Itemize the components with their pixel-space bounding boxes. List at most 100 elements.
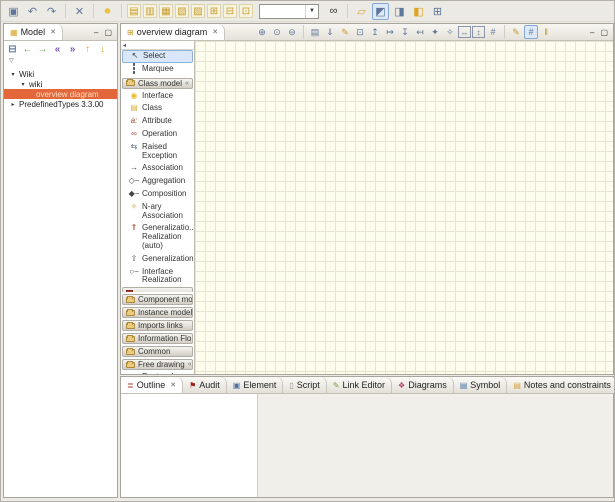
nudge-alt-icon[interactable]: ✧ xyxy=(443,25,457,39)
palette-item-operation[interactable]: ∞ Operation xyxy=(121,128,194,141)
fit-to-content-icon[interactable]: ⊡ xyxy=(353,25,367,39)
palette-item-attribute[interactable]: a: Attribute xyxy=(121,115,194,128)
tab-diagrams[interactable]: ❖ Diagrams xyxy=(392,377,454,393)
align-right-icon[interactable]: ↦ xyxy=(383,25,397,39)
quick-search-combo[interactable]: ▼ xyxy=(259,4,319,19)
create-state-diagram-icon[interactable]: ▧ xyxy=(175,4,189,18)
create-deployment-diagram-icon[interactable]: ⊞ xyxy=(207,4,221,18)
tab-element[interactable]: ▣ Element xyxy=(227,377,284,393)
maximize-icon[interactable]: ▢ xyxy=(600,28,608,37)
same-height-icon[interactable]: ↕ xyxy=(472,26,485,38)
maximize-icon[interactable]: ▢ xyxy=(104,28,112,37)
palette-item-generalization[interactable]: ⇧ Generalization xyxy=(121,253,194,266)
chevron-down-icon[interactable]: ▼ xyxy=(305,5,318,18)
palette-section-component-model[interactable]: Component mo... xyxy=(122,294,193,305)
tab-outline[interactable]: ≣ Outline ✕ xyxy=(121,377,183,393)
palette-section-class-model[interactable]: Class model « xyxy=(122,78,193,89)
open-perspective-icon[interactable]: ▱ xyxy=(353,3,370,20)
tree-item-overview-diagram[interactable]: overview diagram xyxy=(4,89,117,99)
palette-item-rectangle[interactable]: ▭ Rectangle xyxy=(121,371,194,374)
zoom-out-icon[interactable]: ⊖ xyxy=(285,25,299,39)
close-icon[interactable]: ✕ xyxy=(170,381,176,389)
tab-script[interactable]: ▯ Script xyxy=(283,377,326,393)
close-icon[interactable]: ✕ xyxy=(212,28,218,36)
guides-icon[interactable]: ‖ xyxy=(539,25,553,39)
palette-item-nary-association[interactable]: ✧ N-ary Association xyxy=(121,201,194,223)
palette-collapse-icon[interactable]: ◂ xyxy=(121,41,194,50)
expander-icon[interactable]: ▾ xyxy=(20,81,26,88)
palette-tool-select[interactable]: ↖ Select xyxy=(122,50,193,63)
print-icon[interactable]: ▤ xyxy=(308,25,322,39)
show-grid-icon[interactable]: # xyxy=(486,25,500,39)
search-icon[interactable]: ∞ xyxy=(325,3,342,20)
palette-item-generalization-auto[interactable]: ⇑ Generalizatio... Realization (auto) xyxy=(121,222,194,252)
create-object-diagram-icon[interactable]: ⊡ xyxy=(239,4,253,18)
navigate-forward-icon[interactable]: → xyxy=(36,43,49,56)
palette-section-imports-links[interactable]: Imports links xyxy=(122,320,193,331)
expander-icon[interactable]: ▸ xyxy=(10,101,16,108)
nudge-icon[interactable]: ✦ xyxy=(428,25,442,39)
navigate-back-icon[interactable]: ← xyxy=(21,43,34,56)
align-bottom-icon[interactable]: ↧ xyxy=(398,25,412,39)
next-element-icon[interactable]: » xyxy=(66,43,79,56)
palette-item-interface-realization[interactable]: ○− Interface Realization xyxy=(121,266,194,288)
same-width-icon[interactable]: ↔ xyxy=(458,26,471,38)
perspective-modeling-icon[interactable]: ◩ xyxy=(372,3,389,20)
palette-item-aggregation[interactable]: ◇− Aggregation xyxy=(121,175,194,188)
move-down-icon[interactable]: ↓ xyxy=(96,43,109,56)
clipped-section-header[interactable] xyxy=(121,287,194,292)
diagram-properties-icon[interactable]: ✎ xyxy=(338,25,352,39)
create-package-diagram-icon[interactable]: ⊟ xyxy=(223,4,237,18)
pin-icon[interactable]: « xyxy=(188,361,192,368)
minimize-icon[interactable]: ‒ xyxy=(94,28,98,37)
create-sequence-diagram-icon[interactable]: ▦ xyxy=(159,4,173,18)
sketch-mode-icon[interactable]: ✎ xyxy=(509,25,523,39)
tab-model[interactable]: ▦ Model ✕ xyxy=(4,24,63,40)
create-class-diagram-icon[interactable]: ▤ xyxy=(127,4,141,18)
move-up-icon[interactable]: ↑ xyxy=(81,43,94,56)
minimize-icon[interactable]: ‒ xyxy=(590,28,594,37)
palette-item-association[interactable]: → Association xyxy=(121,162,194,175)
palette-item-interface[interactable]: ◉ Interface xyxy=(121,90,194,103)
palette-item-raised-exception[interactable]: ⇆ Raised Exception xyxy=(121,141,194,163)
align-left-icon[interactable]: ↤ xyxy=(413,25,427,39)
tree-item-predefined-types[interactable]: ▸ PredefinedTypes 3.3.00 xyxy=(4,99,117,109)
palette-tool-marquee[interactable]: Marquee xyxy=(121,63,194,76)
previous-element-icon[interactable]: « xyxy=(51,43,64,56)
close-icon[interactable]: ✕ xyxy=(50,28,56,36)
tab-overview-diagram[interactable]: ⊞ overview diagram ✕ xyxy=(121,24,225,40)
pin-icon[interactable]: « xyxy=(185,80,189,87)
undo-icon[interactable]: ↶ xyxy=(24,3,41,20)
diagram-canvas[interactable] xyxy=(195,41,613,374)
palette-item-class[interactable]: ▤ Class xyxy=(121,102,194,115)
align-top-icon[interactable]: ↥ xyxy=(368,25,382,39)
palette-item-composition[interactable]: ◆− Composition xyxy=(121,188,194,201)
expander-icon[interactable]: ▾ xyxy=(10,71,16,78)
create-activity-diagram-icon[interactable]: ▨ xyxy=(191,4,205,18)
configure-icon[interactable]: ✕ xyxy=(71,3,88,20)
view-menu-icon[interactable]: ▽ xyxy=(4,57,117,67)
tool-palette: ◂ ↖ Select Marquee Class model « ◉ Inter… xyxy=(121,41,195,374)
redo-icon[interactable]: ↷ xyxy=(43,3,60,20)
perspective-3-icon[interactable]: ◧ xyxy=(410,3,427,20)
tab-audit[interactable]: ⚑ Audit xyxy=(183,377,227,393)
perspective-4-icon[interactable]: ⊞ xyxy=(429,3,446,20)
palette-section-free-drawing[interactable]: Free drawing « xyxy=(122,359,193,370)
save-icon[interactable]: ▣ xyxy=(5,3,22,20)
palette-section-common[interactable]: Common xyxy=(122,346,193,357)
tab-symbol[interactable]: ▤ Symbol xyxy=(454,377,508,393)
tab-notes-and-constraints[interactable]: ▤ Notes and constraints xyxy=(507,377,615,393)
palette-section-information-flow[interactable]: Information Flo... xyxy=(122,333,193,344)
snap-to-grid-icon[interactable]: # xyxy=(524,25,538,39)
tip-of-the-day-icon[interactable]: ● xyxy=(99,3,116,20)
tree-item-wiki-project[interactable]: ▾ Wiki xyxy=(4,69,117,79)
palette-section-instance-model[interactable]: Instance model xyxy=(122,307,193,318)
zoom-in-icon[interactable]: ⊕ xyxy=(255,25,269,39)
create-use-case-diagram-icon[interactable]: ▥ xyxy=(143,4,157,18)
zoom-original-icon[interactable]: ⊙ xyxy=(270,25,284,39)
tab-link-editor[interactable]: ✎ Link Editor xyxy=(327,377,392,393)
perspective-2-icon[interactable]: ◨ xyxy=(391,3,408,20)
collapse-all-icon[interactable]: ⊟ xyxy=(6,43,19,56)
save-image-icon[interactable]: ⇓ xyxy=(323,25,337,39)
tree-item-wiki-package[interactable]: ▾ wiki xyxy=(4,79,117,89)
